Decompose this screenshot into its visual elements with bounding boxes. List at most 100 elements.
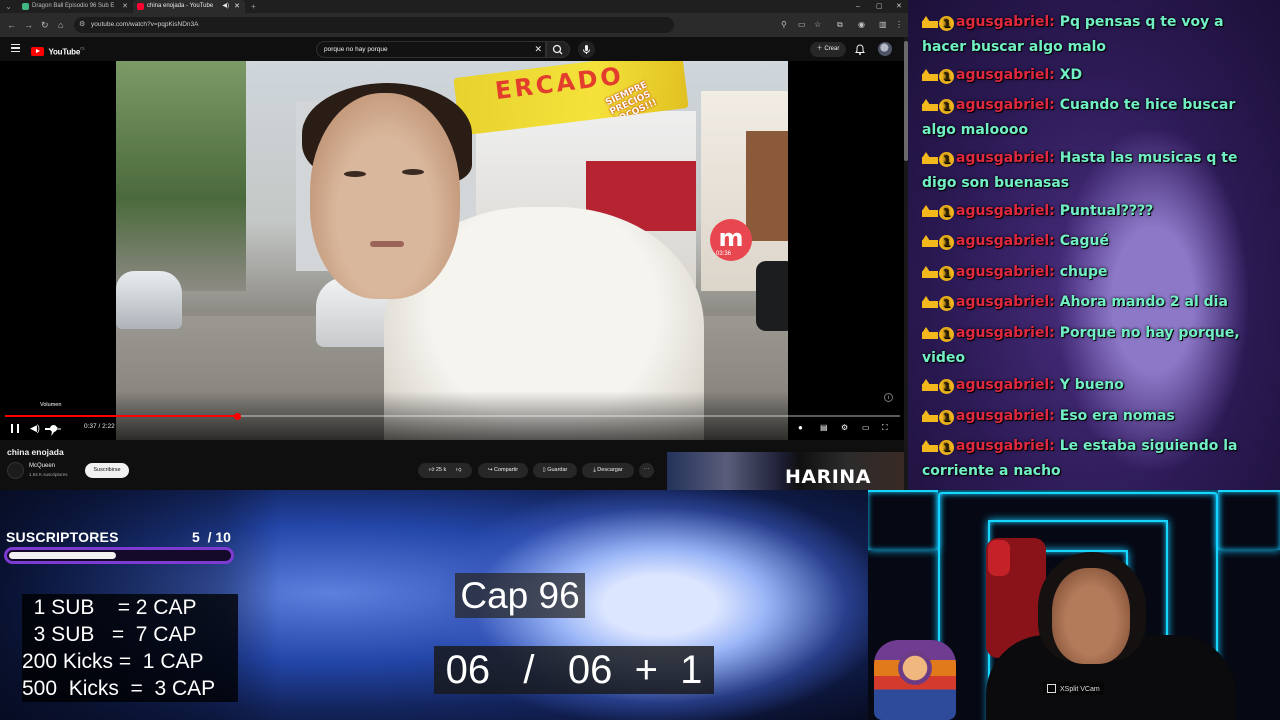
thumbs-down-icon: 👎︎	[455, 467, 462, 473]
create-label: Crear	[824, 46, 840, 52]
theater-mode-icon[interactable]: ▭	[862, 423, 870, 433]
search-button[interactable]	[546, 41, 570, 58]
chat-username[interactable]: agusgabriel	[956, 233, 1049, 249]
more-horizontal-icon: ⋯	[643, 467, 650, 473]
zoom-icon[interactable]: ⚲	[781, 19, 787, 31]
chat-username[interactable]: agusgabriel	[956, 150, 1049, 166]
recommended-video-thumbnail[interactable]: HARINA	[667, 452, 907, 490]
watermark-time: 03:36	[716, 251, 732, 257]
chat-username[interactable]: agusgabriel	[956, 294, 1049, 310]
search-query: porque no hay porque	[324, 46, 388, 53]
video-player[interactable]: ERCADO SIEMPRE PRECIOS LOCOS!!! m 03:36 …	[0, 61, 908, 440]
back-arrow-icon[interactable]: ←	[7, 19, 16, 31]
webcam-feed: XSplit VCam	[868, 490, 1280, 720]
subscribe-button[interactable]: Suscribirse	[85, 463, 129, 478]
dark-car-right	[756, 261, 788, 331]
bookmark-star-icon[interactable]: ☆	[814, 19, 821, 31]
audio-playing-icon: ◀)	[222, 3, 229, 9]
forward-arrow-icon[interactable]: →	[24, 19, 33, 31]
hamburger-menu-icon[interactable]	[11, 44, 20, 52]
clear-search-icon[interactable]: ✕	[534, 42, 542, 57]
chat-message: 1 agusgabriel: XD	[922, 64, 1272, 89]
progress-bar[interactable]	[5, 412, 900, 420]
home-icon[interactable]: ⌂	[58, 19, 63, 31]
chat-colon: :	[1049, 294, 1055, 310]
address-bar[interactable]: ⚙ youtube.com/watch?v=pqpKisNDn3A	[74, 17, 674, 33]
url-text: youtube.com/watch?v=pqpKisNDn3A	[91, 21, 199, 28]
progress-scrubber-handle[interactable]	[234, 412, 242, 420]
tab-youtube[interactable]: china enojada - YouTube ◀) ✕	[133, 0, 245, 13]
channel-avatar[interactable]	[7, 462, 24, 479]
chat-username[interactable]: agusgabriel	[956, 264, 1049, 280]
profile-icon[interactable]: ◉	[858, 19, 865, 31]
chat-message: 1 agusgabriel: Cagué	[922, 230, 1272, 255]
info-icon[interactable]: i	[884, 393, 893, 402]
more-actions-button[interactable]: ⋯	[639, 463, 654, 478]
chat-badges: 1	[922, 437, 956, 460]
search-input[interactable]: porque no hay porque ✕	[316, 41, 546, 58]
account-avatar[interactable]	[878, 42, 892, 56]
create-button[interactable]: ＋ Crear	[810, 42, 846, 57]
voice-search-button[interactable]	[578, 41, 595, 58]
tab-title: china enojada - YouTube	[147, 3, 214, 9]
tab-search-icon[interactable]: ⌄	[3, 1, 14, 12]
share-button[interactable]: ↪ Compartir	[478, 463, 528, 478]
chat-text: chupe	[1059, 264, 1108, 280]
chat-badges: 1	[922, 149, 956, 172]
tab-dragon-ball[interactable]: Dragon Ball Episodio 96 Sub E ✕	[18, 0, 133, 13]
vcam-watermark: XSplit VCam	[1043, 682, 1104, 695]
neon-line-left	[868, 490, 938, 550]
sidebar-icon[interactable]: ▥	[879, 19, 887, 31]
close-window-button[interactable]: ✕	[896, 0, 902, 13]
chat-username[interactable]: agusgabriel	[956, 325, 1049, 341]
site-info-icon[interactable]: ⚙	[79, 17, 85, 33]
autoplay-toggle-icon[interactable]: ●	[798, 423, 803, 433]
settings-gear-icon[interactable]: ⚙	[841, 423, 848, 433]
youtube-logo[interactable]: YouTubeCL	[31, 43, 85, 57]
chat-message: 1 agusgabriel: chupe	[922, 261, 1272, 286]
chat-username[interactable]: agusgabriel	[956, 408, 1049, 424]
video-frame[interactable]: ERCADO SIEMPRE PRECIOS LOCOS!!! m 03:36	[116, 61, 788, 440]
save-label: Guardar	[547, 467, 568, 473]
chat-message: 1 agusgabriel: Ahora mando 2 al dia	[922, 291, 1272, 316]
close-tab-icon[interactable]: ✕	[234, 0, 240, 13]
chat-message: 1 agusgabriel: Puntual????	[922, 200, 1272, 225]
xsplit-logo-icon	[1047, 684, 1056, 693]
pause-icon[interactable]	[11, 424, 19, 433]
save-button[interactable]: ▯ Guardar	[533, 463, 577, 478]
subs-goal: 10	[215, 529, 231, 545]
neon-line-right	[1218, 490, 1280, 550]
new-tab-button[interactable]: +	[248, 1, 259, 12]
minimize-button[interactable]: –	[856, 0, 860, 13]
youtube-play-icon	[31, 47, 44, 57]
reload-icon[interactable]: ↻	[41, 19, 49, 31]
maximize-button[interactable]: ▢	[876, 0, 883, 13]
crown-badge-icon	[922, 379, 938, 391]
chat-username[interactable]: agusgabriel	[956, 97, 1049, 113]
cast-icon[interactable]: ▭	[798, 19, 806, 31]
chat-username[interactable]: agusgabriel	[956, 377, 1049, 393]
close-tab-icon[interactable]: ✕	[122, 0, 128, 13]
chat-username[interactable]: agusgabriel	[956, 203, 1049, 219]
right-eye	[402, 169, 424, 175]
chat-colon: :	[1049, 325, 1055, 341]
fullscreen-icon[interactable]: ⛶	[882, 423, 888, 433]
extensions-icon[interactable]: ⧉	[837, 19, 843, 31]
browser-menu-icon[interactable]: ⋮	[895, 19, 903, 31]
download-button[interactable]: ⤓ Descargar	[582, 463, 634, 478]
channel-name[interactable]: McQueen	[29, 463, 55, 469]
chat-username[interactable]: agusgabriel	[956, 438, 1049, 454]
dislike-button[interactable]: 👎︎	[456, 467, 462, 473]
chat-username[interactable]: agusgabriel	[956, 67, 1049, 83]
notifications-bell-icon[interactable]	[855, 44, 865, 55]
download-icon: ⤓	[593, 467, 596, 473]
chat-text: Cagué	[1059, 233, 1109, 249]
sub-months-badge-icon: 1	[939, 69, 954, 84]
chat-username[interactable]: agusgabriel	[956, 14, 1049, 30]
subtitles-icon[interactable]: ▤	[820, 423, 828, 433]
vcam-label: XSplit VCam	[1060, 686, 1100, 693]
like-button[interactable]: 👍︎ 25 k	[429, 467, 447, 473]
chat-badges: 1	[922, 202, 956, 225]
sub-months-badge-icon: 1	[939, 410, 954, 425]
volume-icon[interactable]: ◀)	[30, 423, 40, 434]
